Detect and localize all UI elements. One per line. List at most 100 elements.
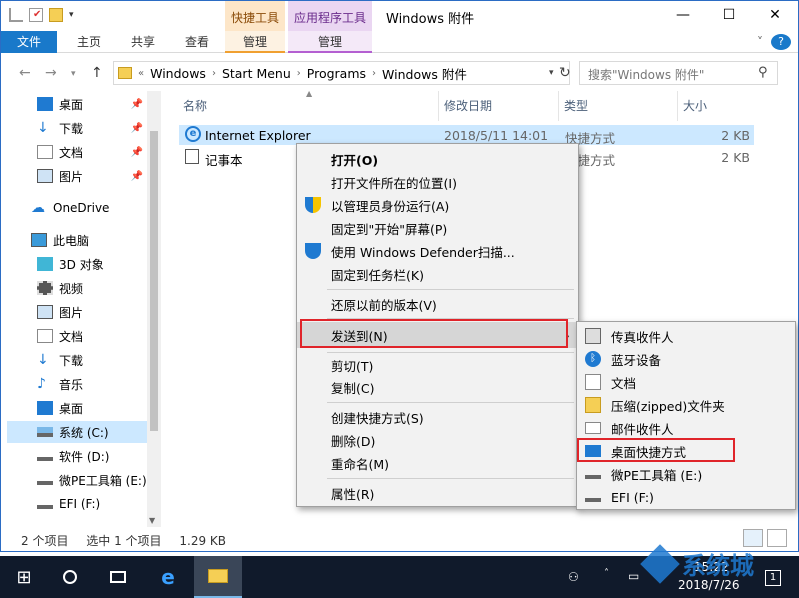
menu-item-properties[interactable]: 属性(R) (297, 482, 578, 504)
start-button[interactable]: ⊞ (0, 556, 48, 598)
status-bar: 2 个项目 选中 1 个项目 1.29 KB (21, 532, 240, 549)
title-bar: ✔ ▾ 快捷工具 应用程序工具 Windows 附件 — ☐ ✕ (1, 1, 798, 31)
sidebar-item-desktop[interactable]: 桌面 📌 (37, 93, 147, 115)
up-arrow-icon[interactable]: ↑ (91, 65, 103, 81)
expand-ribbon-icon[interactable]: ˅ (751, 31, 769, 53)
menu-item-defender-scan[interactable]: 使用 Windows Defender扫描... (297, 240, 578, 262)
window-title: Windows 附件 (386, 12, 475, 27)
search-icon[interactable]: ⚲ (758, 65, 768, 80)
sidebar-item-desktop-pc[interactable]: 桌面 (37, 397, 147, 419)
selected-count: 选中 1 个项目 (86, 534, 162, 548)
sidebar-item-downloads[interactable]: ↓ 下载 📌 (37, 117, 147, 139)
tab-file[interactable]: 文件 (1, 31, 57, 53)
column-type[interactable]: 类型 (564, 97, 588, 115)
breadcrumb-windows[interactable]: Windows (150, 66, 206, 81)
menu-item-open-location[interactable]: 打开文件所在的位置(I) (297, 171, 578, 193)
details-view-icon[interactable] (743, 529, 763, 547)
menu-item-copy[interactable]: 复制(C) (297, 376, 578, 398)
sort-up-icon: ▲ (306, 89, 313, 98)
file-date: 2018/5/11 14:01 (444, 128, 549, 143)
sidebar-item-drive-d[interactable]: 软件 (D:) (37, 445, 147, 467)
menu-item-rename[interactable]: 重命名(M) (297, 452, 578, 474)
download-arrow-icon: ↓ (37, 352, 49, 368)
column-date[interactable]: 修改日期 (444, 97, 492, 115)
properties-icon[interactable]: ✔ (29, 8, 43, 22)
tab-share[interactable]: 共享 (117, 31, 169, 53)
tab-home[interactable]: 主页 (63, 31, 115, 53)
breadcrumb-windows-accessories[interactable]: Windows 附件 (382, 64, 467, 83)
sidebar-item-drive-f[interactable]: EFI (F:) (37, 493, 147, 515)
submenu-item-zip[interactable]: 压缩(zipped)文件夹 (577, 394, 795, 416)
forward-arrow-icon[interactable]: → (45, 65, 57, 81)
maximize-button[interactable]: ☐ (706, 1, 752, 31)
table-row[interactable]: e Internet Explorer 2018/5/11 14:01 快捷方式… (179, 125, 754, 146)
menu-item-open[interactable]: 打开(O) (297, 148, 578, 170)
menu-item-create-shortcut[interactable]: 创建快捷方式(S) (297, 406, 578, 428)
show-hidden-icons[interactable]: ˄ (604, 568, 609, 579)
recent-chevron-icon[interactable]: ▾ (71, 69, 76, 79)
submenu-item-drive-f[interactable]: EFI (F:) (577, 486, 795, 508)
sidebar-item-drive-c[interactable]: 系统 (C:) (7, 421, 147, 443)
sidebar-item-pictures[interactable]: 图片 📌 (37, 165, 147, 187)
menu-item-pin-start[interactable]: 固定到"开始"屏幕(P) (297, 217, 578, 239)
sidebar-item-onedrive[interactable]: ☁ OneDrive (31, 197, 147, 219)
tab-manage-app[interactable]: 管理 (288, 31, 372, 53)
scroll-down-icon[interactable]: ▼ (149, 516, 155, 525)
overflow-chevron[interactable]: « (138, 68, 144, 79)
breadcrumb-programs[interactable]: Programs (307, 66, 366, 81)
drive-icon (37, 451, 53, 461)
sidebar-item-videos[interactable]: 视频 (37, 277, 147, 299)
file-explorer-button[interactable] (194, 556, 242, 598)
menu-item-pin-taskbar[interactable]: 固定到任务栏(K) (297, 263, 578, 285)
new-folder-icon[interactable] (49, 8, 63, 22)
sidebar-item-documents-pc[interactable]: 文档 (37, 325, 147, 347)
notification-badge[interactable]: 1 (765, 570, 781, 586)
menu-item-run-as-admin[interactable]: 以管理员身份运行(A) (297, 194, 578, 216)
minimize-button[interactable]: — (660, 1, 706, 31)
close-button[interactable]: ✕ (752, 1, 798, 31)
submenu-item-drive-e[interactable]: 微PE工具箱 (E:) (577, 463, 795, 485)
sidebar-item-drive-e[interactable]: 微PE工具箱 (E:) (37, 469, 147, 491)
submenu-item-bluetooth[interactable]: ᛒ 蓝牙设备 (577, 348, 795, 370)
film-icon (37, 281, 53, 295)
search-button[interactable] (46, 556, 94, 598)
drive-icon (585, 469, 601, 479)
back-arrow-icon[interactable]: ← (19, 65, 31, 81)
task-view-button[interactable] (94, 556, 142, 598)
tab-manage-shortcut[interactable]: 管理 (225, 31, 285, 53)
menu-separator (327, 352, 574, 353)
menu-item-restore-versions[interactable]: 还原以前的版本(V) (297, 293, 578, 315)
sidebar-item-pictures-pc[interactable]: 图片 (37, 301, 147, 323)
folder-icon (208, 569, 228, 583)
quick-access-toolbar: ✔ ▾ (9, 8, 83, 22)
submenu-item-fax[interactable]: 传真收件人 (577, 325, 795, 347)
menu-item-delete[interactable]: 删除(D) (297, 429, 578, 451)
large-icons-view-icon[interactable] (767, 529, 787, 547)
sidebar-item-3d-objects[interactable]: 3D 对象 (37, 253, 147, 275)
scrollbar-thumb[interactable] (150, 131, 158, 431)
refresh-icon[interactable]: ↻ (559, 65, 571, 81)
submenu-item-documents[interactable]: 文档 (577, 371, 795, 393)
sidebar-item-documents[interactable]: 文档 📌 (37, 141, 147, 163)
sidebar-item-this-pc[interactable]: 此电脑 (31, 229, 147, 251)
help-icon[interactable]: ? (771, 34, 791, 50)
search-input[interactable]: 搜索"Windows 附件" (579, 61, 778, 85)
address-dropdown-icon[interactable]: ▾ (549, 68, 554, 78)
people-icon[interactable]: ⚇ (568, 570, 579, 584)
address-bar[interactable]: « Windows › Start Menu › Programs › Wind… (113, 61, 570, 85)
column-name[interactable]: 名称 (183, 97, 207, 115)
folder-icon[interactable] (9, 8, 23, 22)
submenu-item-mail[interactable]: 邮件收件人 (577, 417, 795, 439)
sidebar-scrollbar[interactable]: ▼ (147, 91, 161, 527)
cloud-icon: ☁ (31, 200, 45, 216)
sidebar-item-music[interactable]: ♪ 音乐 (37, 373, 147, 395)
tab-view[interactable]: 查看 (171, 31, 223, 53)
menu-item-cut[interactable]: 剪切(T) (297, 354, 578, 376)
breadcrumb-start-menu[interactable]: Start Menu (222, 66, 291, 81)
sidebar-item-downloads-pc[interactable]: ↓ 下载 (37, 349, 147, 371)
column-size[interactable]: 大小 (683, 97, 707, 115)
edge-button[interactable]: e (144, 556, 192, 598)
chevron-down-icon[interactable]: ▾ (69, 8, 83, 22)
network-icon[interactable]: ▭ (628, 569, 639, 583)
file-name: Internet Explorer (205, 128, 311, 143)
